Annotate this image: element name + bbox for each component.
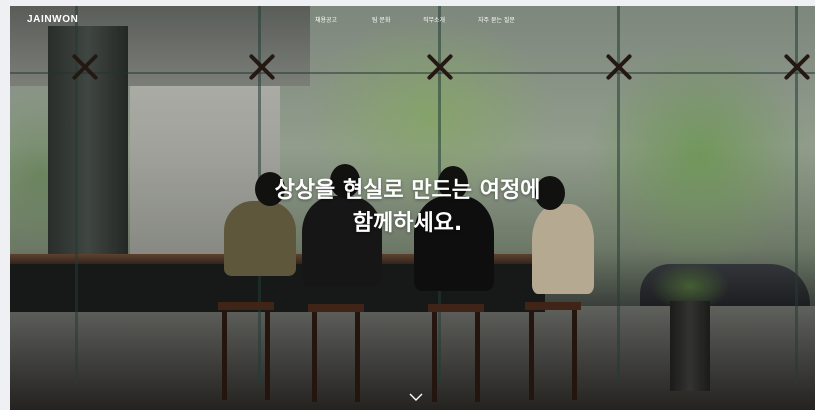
top-navbar: JAINWON 채용공고 팀 문화 직무소개 자주 묻는 질문 [10,6,815,34]
chevron-down-icon[interactable] [409,392,423,402]
nav-item-faq[interactable]: 자주 묻는 질문 [478,15,538,24]
nav-item-team-culture[interactable]: 팀 문화 [372,15,390,24]
nav-item-jobs[interactable]: 채용공고 [315,15,337,24]
nav-item-job-intro[interactable]: 직무소개 [423,15,445,24]
hero-title-line2: 함께하세요. [352,211,463,236]
hero-title: 상상을 현실로 만드는 여정에 함께하세요. [0,174,815,240]
hero-title-line1: 상상을 현실로 만드는 여정에 [274,178,541,203]
logo[interactable]: JAINWON [27,14,78,25]
